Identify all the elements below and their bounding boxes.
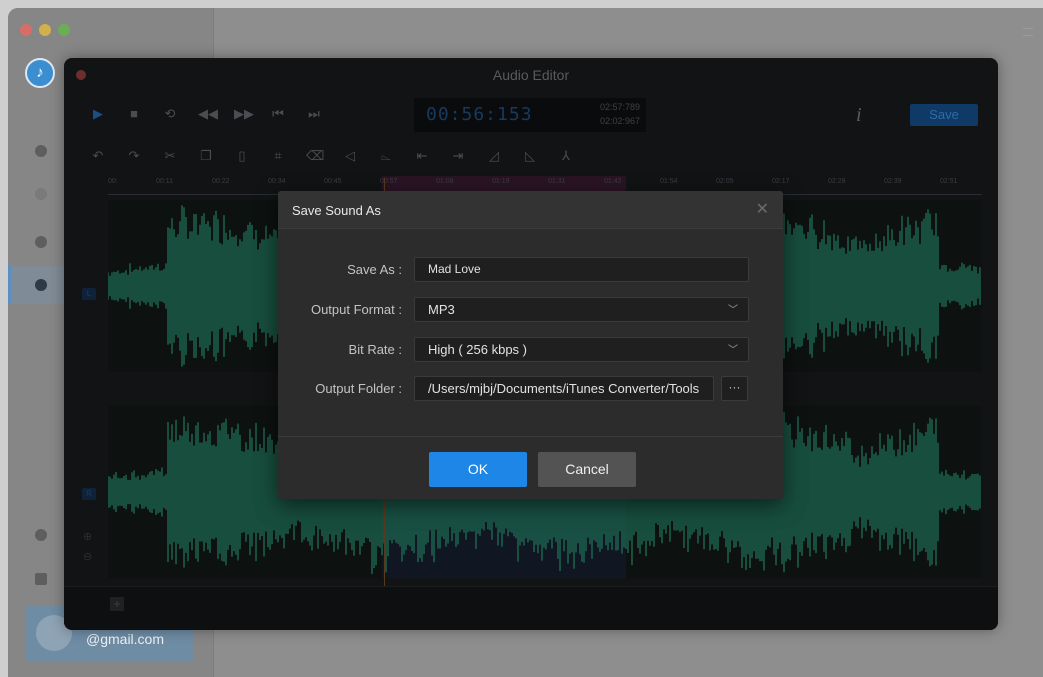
track-l-badge: L	[82, 288, 96, 300]
window-minimize-button[interactable]	[39, 24, 51, 36]
tick-label: 01:31	[548, 178, 566, 185]
editor-title: Audio Editor	[492, 67, 570, 83]
output-format-select[interactable]: MP3 ﹀	[414, 297, 749, 322]
fade-in-icon[interactable]: ◿	[486, 148, 502, 164]
toolbox-icon	[35, 279, 47, 291]
skip-end-icon[interactable]: ⏭	[306, 106, 322, 122]
tick-label: 01:54	[660, 178, 678, 185]
cancel-button[interactable]: Cancel	[538, 452, 636, 487]
volume-icon[interactable]: ◁	[342, 148, 358, 164]
tick-label: 01:19	[492, 178, 510, 185]
zoom-in-icon[interactable]: ⊕	[83, 530, 92, 543]
window-close-button[interactable]	[20, 24, 32, 36]
crop-icon[interactable]: ⌗	[270, 148, 286, 164]
fade-out-icon[interactable]: ◺	[522, 148, 538, 164]
music-icon[interactable]	[35, 188, 47, 200]
tick-label: 02:51	[940, 178, 958, 185]
loop-icon[interactable]: ⟲	[162, 106, 178, 122]
cut-icon[interactable]: ✂	[162, 148, 178, 164]
total-time: 02:57:789	[599, 102, 640, 112]
bit-rate-value: High ( 256 kbps )	[428, 342, 527, 357]
mail-icon[interactable]	[35, 573, 47, 585]
window-zoom-button[interactable]	[58, 24, 70, 36]
bit-rate-select[interactable]: High ( 256 kbps ) ﹀	[414, 337, 749, 362]
tick-label: 01:08	[436, 178, 454, 185]
chevron-down-icon: ﹀	[728, 305, 738, 316]
redo-icon[interactable]: ↷	[126, 148, 142, 164]
tick-label: 00:45	[324, 178, 342, 185]
music-note-icon: ♪	[25, 58, 55, 88]
bit-rate-label: Bit Rate :	[348, 342, 402, 357]
tick-label: 00:34	[268, 178, 286, 185]
gear-icon[interactable]	[35, 529, 47, 541]
split-icon[interactable]: ⅄	[558, 148, 574, 164]
tick-label: 02:28	[828, 178, 846, 185]
ok-button[interactable]: OK	[429, 452, 527, 487]
zoom-out-icon[interactable]: ⊖	[83, 550, 92, 563]
save-as-label: Save As :	[347, 262, 402, 277]
add-track-button[interactable]: +	[110, 597, 124, 611]
copy-icon[interactable]: ❐	[198, 148, 214, 164]
selection-time: 02:02:967	[599, 116, 640, 126]
skip-start-icon[interactable]: ⏮	[270, 106, 286, 122]
paste-icon[interactable]: ▯	[234, 148, 250, 164]
tick-label: 02:39	[884, 178, 902, 185]
dialog-divider	[278, 436, 783, 437]
dialog-header: Save Sound As ✕	[278, 191, 783, 229]
save-sound-dialog: Save Sound As ✕ Save As : Mad Love Outpu…	[278, 191, 783, 499]
trim-right-icon[interactable]: ⇥	[450, 148, 466, 164]
time-display: 00:56:153 02:57:789 02:02:967	[414, 98, 646, 132]
tick-label: 00:57	[380, 178, 398, 185]
play-icon[interactable]: ▶	[90, 106, 106, 122]
trim-left-icon[interactable]: ⇤	[414, 148, 430, 164]
fast-forward-icon[interactable]: ▶▶	[234, 106, 254, 122]
rewind-icon[interactable]: ◀◀	[198, 106, 218, 122]
home-icon[interactable]	[35, 145, 47, 157]
save-as-input[interactable]: Mad Love	[414, 257, 749, 282]
amplify-icon[interactable]: ⌳	[378, 148, 394, 164]
history-icon[interactable]	[35, 236, 47, 248]
output-format-label: Output Format :	[310, 302, 402, 317]
output-folder-input[interactable]: /Users/mjbj/Documents/iTunes Converter/T…	[414, 376, 714, 401]
tick-label: 00:	[108, 178, 118, 185]
editor-save-button[interactable]: Save	[910, 104, 978, 126]
close-icon[interactable]: ✕	[756, 199, 769, 219]
tick-label: 00:11	[156, 178, 173, 185]
dialog-title: Save Sound As	[292, 203, 381, 218]
stop-icon[interactable]: ■	[126, 106, 142, 122]
tick-label: 01:42	[604, 178, 622, 185]
track-r-badge: R	[82, 488, 96, 500]
tick-label: 02:17	[772, 178, 790, 185]
editor-bottom-bar: +	[64, 586, 998, 630]
browse-folder-button[interactable]: ···	[721, 376, 748, 401]
info-icon[interactable]: i	[856, 104, 862, 127]
tick-label: 02:05	[716, 178, 734, 185]
chevron-down-icon: ﹀	[728, 345, 738, 356]
menu-icon[interactable]	[1023, 28, 1033, 36]
user-email: @gmail.com	[86, 631, 165, 647]
undo-icon[interactable]: ↶	[90, 148, 106, 164]
current-time: 00:56:153	[426, 104, 533, 125]
delete-icon[interactable]: ⌫	[306, 148, 324, 164]
tick-label: 00:22	[212, 178, 230, 185]
output-format-value: MP3	[428, 302, 455, 317]
output-folder-label: Output Folder :	[315, 381, 402, 396]
